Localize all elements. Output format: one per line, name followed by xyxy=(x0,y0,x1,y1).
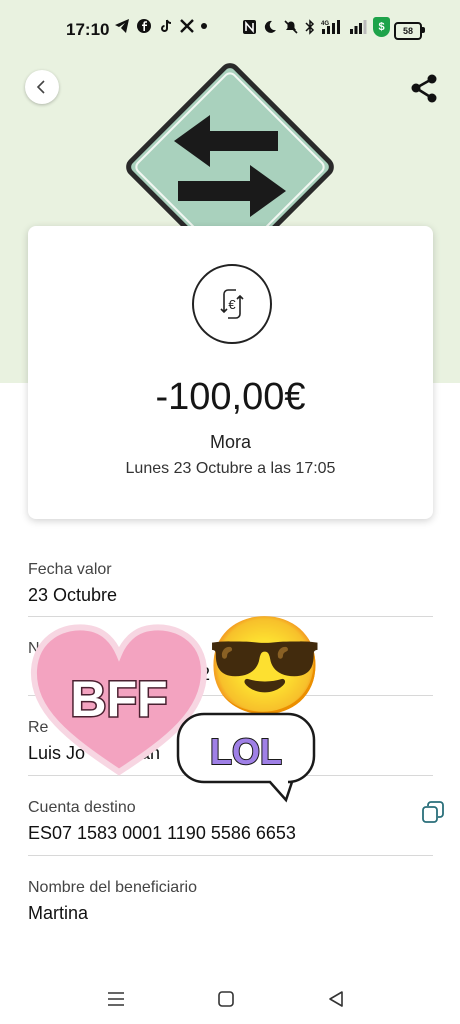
bff-text: BFF xyxy=(70,671,167,727)
square-home-icon xyxy=(218,991,234,1007)
shield-icon: $ xyxy=(373,17,390,37)
transaction-summary-card: € -100,00€ Mora Lunes 23 Octubre a las 1… xyxy=(28,226,433,519)
moon-icon xyxy=(264,20,276,33)
status-bar: 17:10 4G $ 58 xyxy=(0,0,460,58)
detail-label: Nombre del beneficiario xyxy=(28,879,197,896)
euro-exchange-icon-graphic: € xyxy=(220,289,244,319)
lol-speech-bubble-sticker: LOL xyxy=(176,712,316,803)
lol-text: LOL xyxy=(210,731,282,772)
menu-icon xyxy=(108,992,124,1006)
dot-icon xyxy=(201,23,207,29)
transaction-concept: Mora xyxy=(209,432,251,452)
detail-value: 23 Octubre xyxy=(28,585,118,605)
x-icon xyxy=(180,19,194,33)
detail-label: Fecha valor xyxy=(28,561,112,578)
back-button[interactable] xyxy=(25,70,59,104)
home-button[interactable] xyxy=(211,984,241,1014)
nfc-icon xyxy=(243,20,256,34)
copy-icon[interactable] xyxy=(421,800,445,824)
chevron-left-icon xyxy=(36,80,45,94)
facebook-icon xyxy=(137,19,151,33)
sunglasses-emoji-sticker: 😎 xyxy=(205,613,325,720)
transaction-amount: -100,00€ xyxy=(155,376,306,418)
telegram-icon xyxy=(115,19,129,33)
detail-nombre-beneficiario: Nombre del beneficiario Martina xyxy=(28,879,433,925)
detail-fecha-valor: Fecha valor 23 Octubre xyxy=(28,561,433,617)
status-time: 17:10 xyxy=(66,20,110,39)
network-label: 4G xyxy=(321,21,329,27)
battery-level: 58 xyxy=(402,26,413,36)
signal-icon xyxy=(350,20,367,34)
mute-icon xyxy=(284,20,298,34)
share-icon[interactable] xyxy=(410,73,440,103)
svg-text:€: € xyxy=(228,297,236,312)
status-notification-icons xyxy=(114,18,208,34)
detail-cuenta-destino: Cuenta destino ES07 1583 0001 1190 5586 … xyxy=(28,799,433,856)
detail-value: Martina xyxy=(28,903,89,923)
euro-exchange-icon: € xyxy=(192,264,272,344)
recent-apps-button[interactable] xyxy=(101,984,131,1014)
system-navigation-bar xyxy=(0,974,460,1024)
battery-indicator: 58 xyxy=(394,22,425,40)
transaction-datetime: Lunes 23 Octubre a las 17:05 xyxy=(125,460,336,477)
triangle-back-icon xyxy=(329,991,343,1007)
tiktok-icon xyxy=(161,19,172,32)
detail-value: ES07 1583 0001 1190 5586 6653 xyxy=(28,823,296,843)
system-back-button[interactable] xyxy=(321,984,351,1014)
bluetooth-icon xyxy=(305,19,315,35)
status-system-icons: 4G $ xyxy=(242,17,390,37)
signal-icon: 4G xyxy=(321,20,340,34)
